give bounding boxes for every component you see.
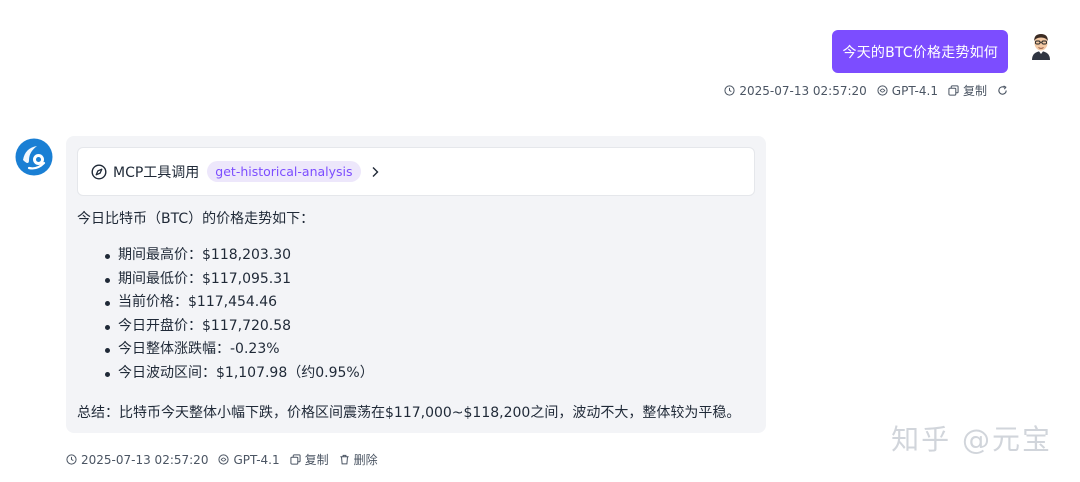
assistant-avatar (15, 138, 53, 176)
delete-label: 删除 (353, 453, 378, 467)
user-copy-button[interactable]: 复制 (948, 82, 987, 99)
response-intro: 今日比特币（BTC）的价格走势如下： (77, 211, 315, 227)
chat-page: 今天的BTC价格走势如何 2025-07-13 02:57:20 GPT-4.1 (0, 0, 1080, 482)
assistant-copy-button[interactable]: 复制 (290, 451, 329, 468)
model-icon (218, 454, 230, 465)
list-item: 期间最低价：$117,095.31 (96, 268, 374, 292)
assistant-model: GPT-4.1 (218, 452, 280, 467)
tool-call-label: MCP工具调用 (113, 164, 200, 181)
user-message-meta: 2025-07-13 02:57:20 GPT-4.1 复制 (724, 82, 1008, 99)
tool-name-tag: get-historical-analysis (207, 161, 361, 182)
tool-call-card[interactable]: MCP工具调用 get-historical-analysis (77, 147, 755, 196)
list-item: 今日波动区间：$1,107.98（约0.95%） (96, 362, 374, 386)
user-avatar[interactable] (1026, 30, 1056, 60)
copy-icon (290, 454, 301, 465)
user-model-text: GPT-4.1 (891, 83, 938, 98)
refresh-icon (998, 85, 1007, 95)
price-list: 期间最高价：$118,203.30 期间最低价：$117,095.31 当前价格… (96, 244, 374, 386)
watermark: 知乎 @元宝 (891, 423, 1052, 456)
expand-tool-button[interactable] (369, 166, 381, 178)
response-summary: 总结：比特币今天整体小幅下跌，价格区间震荡在$117,000~$118,200之… (77, 405, 741, 421)
model-icon (877, 85, 888, 96)
assistant-model-text: GPT-4.1 (233, 452, 280, 467)
delete-button[interactable]: 删除 (339, 451, 378, 468)
compass-icon (91, 163, 107, 180)
list-item: 今日开盘价：$117,720.58 (96, 315, 374, 339)
user-copy-label: 复制 (962, 84, 987, 98)
regenerate-button[interactable] (997, 85, 1008, 96)
assistant-message-meta: 2025-07-13 02:57:20 GPT-4.1 复制 删除 (66, 451, 378, 468)
user-message-text: 今天的BTC价格走势如何 (842, 44, 998, 61)
list-item: 期间最高价：$118,203.30 (96, 244, 374, 268)
clock-icon (66, 454, 77, 465)
assistant-timestamp-text: 2025-07-13 02:57:20 (81, 452, 209, 467)
user-timestamp: 2025-07-13 02:57:20 (724, 83, 867, 98)
assistant-copy-label: 复制 (304, 453, 329, 467)
assistant-message-bubble: MCP工具调用 get-historical-analysis 今日比特币（BT… (66, 136, 766, 433)
list-item: 今日整体涨跌幅：-0.23% (96, 338, 374, 362)
assistant-timestamp: 2025-07-13 02:57:20 (66, 453, 208, 467)
copy-icon (948, 85, 959, 96)
trash-icon (340, 454, 349, 465)
user-timestamp-text: 2025-07-13 02:57:20 (739, 83, 867, 98)
user-message-bubble: 今天的BTC价格走势如何 (832, 30, 1008, 73)
user-model: GPT-4.1 (877, 84, 938, 98)
clock-icon (724, 85, 735, 96)
chevron-right-icon (372, 166, 379, 177)
list-item: 当前价格：$117,454.46 (96, 291, 374, 315)
